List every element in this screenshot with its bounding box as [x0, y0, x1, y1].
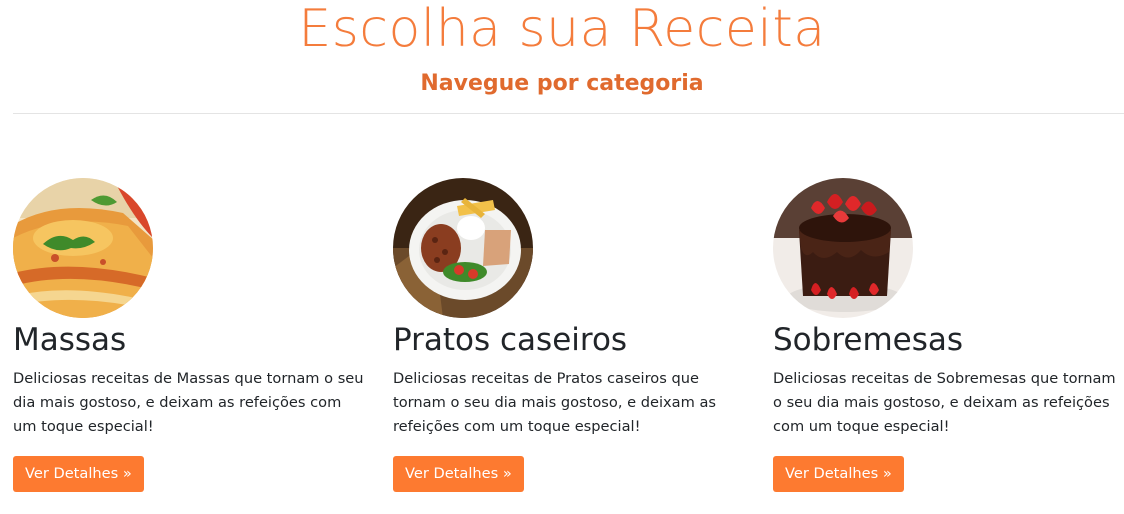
ver-detalhes-button-massas[interactable]: Ver Detalhes » [13, 456, 144, 492]
header-divider [13, 113, 1124, 114]
category-description: Deliciosas receitas de Pratos caseiros q… [393, 370, 716, 435]
lasagna-photo [13, 178, 153, 318]
category-card-sobremesas: Sobremesas Deliciosas receitas de Sobrem… [773, 178, 1123, 492]
strawberry-chocolate-cake-photo [773, 178, 913, 318]
page-title: Escolha sua Receita [298, 0, 826, 59]
category-description: Deliciosas receitas de Sobremesas que to… [773, 370, 1116, 435]
category-description: Deliciosas receitas de Massas que tornam… [13, 370, 364, 435]
category-title: Massas [13, 322, 127, 358]
category-title: Pratos caseiros [393, 322, 628, 358]
category-title: Sobremesas [773, 322, 964, 358]
ver-detalhes-button-sobremesas[interactable]: Ver Detalhes » [773, 456, 904, 492]
category-card-pratos-caseiros: Pratos caseiros Deliciosas receitas de P… [393, 178, 743, 492]
page-subtitle: Navegue por categoria [420, 71, 704, 96]
home-meal-plate-photo [393, 178, 533, 318]
category-card-massas: Massas Deliciosas receitas de Massas que… [13, 178, 364, 492]
ver-detalhes-button-pratos-caseiros[interactable]: Ver Detalhes » [393, 456, 524, 492]
